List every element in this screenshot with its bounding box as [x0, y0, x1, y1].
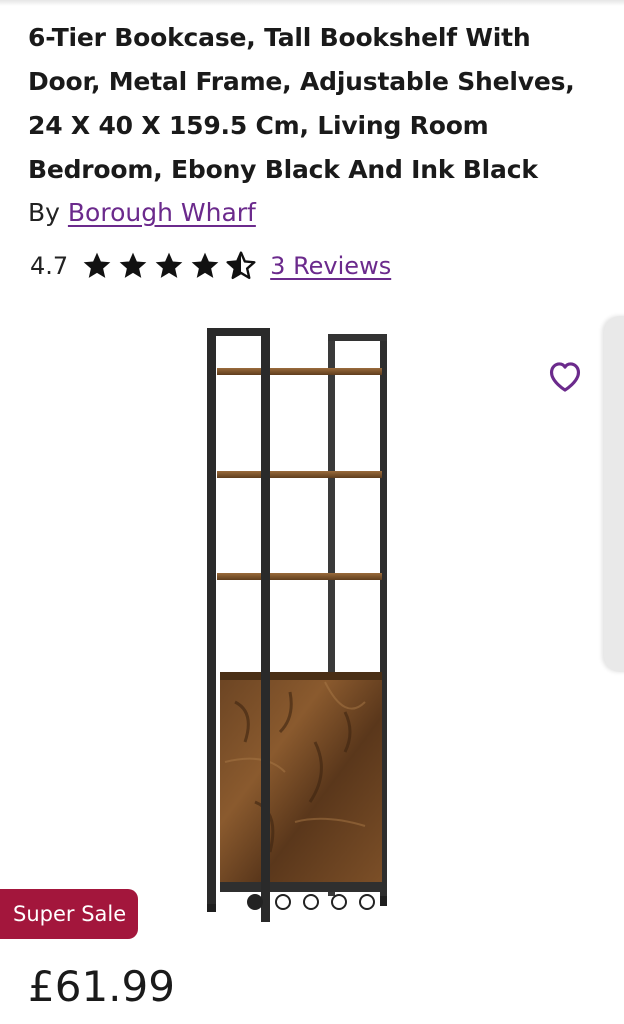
brand-link[interactable]: Borough Wharf — [68, 198, 256, 227]
wishlist-button[interactable] — [538, 348, 592, 402]
gallery-dot[interactable] — [303, 894, 319, 910]
gallery-dot[interactable] — [247, 894, 263, 910]
star-icon — [155, 252, 183, 278]
star-icon — [191, 252, 219, 278]
gallery-dot[interactable] — [331, 894, 347, 910]
gallery-dot[interactable] — [275, 894, 291, 910]
star-icon — [119, 252, 147, 278]
product-title: 6-Tier Bookcase, Tall Bookshelf With Doo… — [28, 23, 575, 184]
sale-badge: Super Sale — [0, 889, 138, 939]
top-divider — [0, 0, 624, 6]
gallery-pagination — [247, 894, 375, 910]
star-icon — [83, 252, 111, 278]
brand-prefix: By — [28, 198, 60, 227]
rating-value: 4.7 — [30, 252, 69, 280]
bookshelf-product-image — [207, 328, 387, 922]
side-drawer-handle[interactable] — [604, 316, 624, 672]
brand-line: By Borough Wharf — [28, 198, 256, 227]
product-price: £61.99 — [28, 962, 175, 1011]
heart-icon — [549, 362, 581, 392]
product-gallery[interactable] — [0, 300, 624, 940]
rating-stars — [80, 250, 258, 282]
gallery-dot[interactable] — [359, 894, 375, 910]
star-half-icon — [226, 251, 256, 280]
reviews-link[interactable]: 3 Reviews — [270, 252, 391, 280]
rating-row: 4.7 3 Reviews — [30, 248, 391, 284]
